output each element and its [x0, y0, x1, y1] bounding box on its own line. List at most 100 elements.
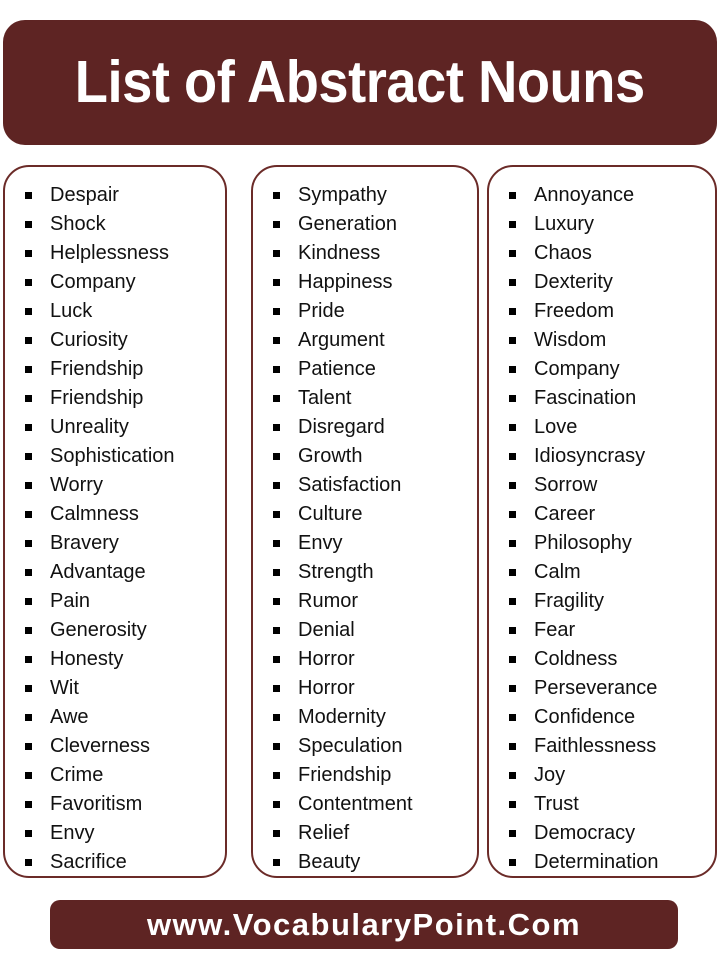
word-list-item: Awe: [25, 703, 225, 732]
word-list-item: Shock: [25, 210, 225, 239]
word-list-item: Friendship: [273, 761, 477, 790]
word-label: Worry: [50, 474, 103, 496]
square-bullet-icon: [273, 569, 280, 576]
word-label: Coldness: [534, 648, 618, 670]
word-label: Horror: [298, 648, 355, 670]
word-list-item: Envy: [273, 529, 477, 558]
word-label: Company: [50, 271, 136, 293]
word-label: Envy: [298, 532, 343, 554]
word-list-item: Faithlessness: [509, 732, 715, 761]
word-list-item: Idiosyncrasy: [509, 442, 715, 471]
square-bullet-icon: [273, 830, 280, 837]
square-bullet-icon: [509, 453, 516, 460]
word-label: Fear: [534, 619, 576, 641]
word-list-item: Wit: [25, 674, 225, 703]
square-bullet-icon: [509, 569, 516, 576]
square-bullet-icon: [273, 424, 280, 431]
word-list-2: Sympathy Generation Kindness Happiness Pride…: [253, 181, 477, 876]
square-bullet-icon: [273, 250, 280, 257]
word-label: Argument: [298, 329, 385, 351]
word-label: Crime: [50, 764, 104, 786]
word-label: Friendship: [298, 764, 392, 786]
word-list-item: Calm: [509, 558, 715, 587]
word-list-item: Unreality: [25, 413, 225, 442]
word-label: Denial: [298, 619, 355, 641]
square-bullet-icon: [25, 685, 32, 692]
word-list-item: Argument: [273, 326, 477, 355]
word-label: Strength: [298, 561, 374, 583]
square-bullet-icon: [25, 482, 32, 489]
square-bullet-icon: [25, 714, 32, 721]
square-bullet-icon: [273, 337, 280, 344]
word-list-item: Denial: [273, 616, 477, 645]
word-list-item: Pride: [273, 297, 477, 326]
word-list-item: Fragility: [509, 587, 715, 616]
word-list-item: Contentment: [273, 790, 477, 819]
square-bullet-icon: [273, 511, 280, 518]
word-label: Contentment: [298, 793, 413, 815]
word-label: Generosity: [50, 619, 147, 641]
word-label: Company: [534, 358, 620, 380]
word-label: Favoritism: [50, 793, 143, 815]
word-label: Despair: [50, 184, 119, 206]
square-bullet-icon: [25, 627, 32, 634]
word-label: Luck: [50, 300, 93, 322]
square-bullet-icon: [25, 859, 32, 866]
square-bullet-icon: [273, 801, 280, 808]
square-bullet-icon: [273, 308, 280, 315]
square-bullet-icon: [25, 308, 32, 315]
word-list-item: Talent: [273, 384, 477, 413]
square-bullet-icon: [25, 801, 32, 808]
word-list-1: Despair Shock Helplessness Company Luck Curio…: [5, 181, 225, 876]
word-label: Relief: [298, 822, 350, 844]
word-label: Wisdom: [534, 329, 607, 351]
word-list-item: Company: [509, 355, 715, 384]
word-list-item: Sacrifice: [25, 848, 225, 876]
word-label: Patience: [298, 358, 376, 380]
word-list-item: Sorrow: [509, 471, 715, 500]
square-bullet-icon: [509, 743, 516, 750]
square-bullet-icon: [25, 540, 32, 547]
word-list-item: Joy: [509, 761, 715, 790]
word-label: Generation: [298, 213, 397, 235]
word-label: Sacrifice: [50, 851, 127, 873]
word-label: Luxury: [534, 213, 595, 235]
word-label: Dexterity: [534, 271, 613, 293]
word-list-item: Trust: [509, 790, 715, 819]
word-label: Cleverness: [50, 735, 151, 757]
website-url[interactable]: www.VocabularyPoint.Com: [147, 909, 581, 940]
word-list-item: Kindness: [273, 239, 477, 268]
word-list-item: Horror: [273, 674, 477, 703]
square-bullet-icon: [273, 627, 280, 634]
word-list-item: Cleverness: [25, 732, 225, 761]
word-column-card-3: Annoyance Luxury Chaos Dexterity Freedom Wisd…: [487, 165, 717, 878]
word-list-item: Curiosity: [25, 326, 225, 355]
square-bullet-icon: [509, 221, 516, 228]
word-list-item: Envy: [25, 819, 225, 848]
word-list-item: Favoritism: [25, 790, 225, 819]
word-label: Trust: [534, 793, 579, 815]
word-list-item: Friendship: [25, 384, 225, 413]
word-list-item: Beauty: [273, 848, 477, 876]
word-list-item: Fascination: [509, 384, 715, 413]
square-bullet-icon: [25, 743, 32, 750]
square-bullet-icon: [509, 424, 516, 431]
word-list-item: Worry: [25, 471, 225, 500]
square-bullet-icon: [273, 453, 280, 460]
word-label: Faithlessness: [534, 735, 657, 757]
word-list-item: Rumor: [273, 587, 477, 616]
word-columns-container: Despair Shock Helplessness Company Luck Curio…: [0, 165, 720, 879]
word-list-item: Luxury: [509, 210, 715, 239]
word-label: Shock: [50, 213, 106, 235]
word-list-item: Confidence: [509, 703, 715, 732]
word-label: Satisfaction: [298, 474, 402, 496]
square-bullet-icon: [25, 453, 32, 460]
word-label: Kindness: [298, 242, 381, 264]
word-list-3: Annoyance Luxury Chaos Dexterity Freedom Wisd…: [489, 181, 715, 876]
word-list-item: Happiness: [273, 268, 477, 297]
word-label: Modernity: [298, 706, 386, 728]
word-label: Pain: [50, 590, 91, 612]
word-list-item: Calmness: [25, 500, 225, 529]
square-bullet-icon: [25, 598, 32, 605]
square-bullet-icon: [25, 511, 32, 518]
